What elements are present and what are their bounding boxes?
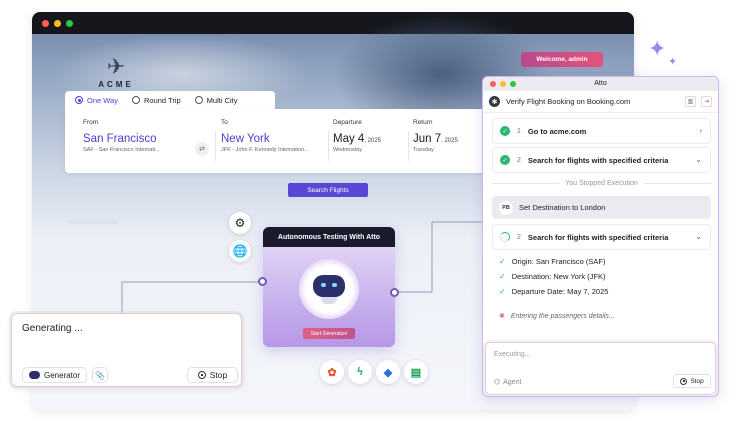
ai-testing-card: Autonomous Testing With Atto Start Gener… bbox=[263, 227, 395, 347]
chevron-down-icon: ⌄ bbox=[695, 155, 702, 164]
attach-icon[interactable]: 📎 bbox=[92, 367, 108, 383]
stop-label: Stop bbox=[209, 370, 228, 380]
step-item[interactable]: ✓ 2 Search for flights with specified cr… bbox=[492, 147, 711, 173]
lightning-icon[interactable]: ϟ bbox=[348, 360, 372, 384]
user-avatar: PB bbox=[499, 200, 513, 215]
check-icon: ✓ bbox=[499, 257, 506, 266]
gear-icon: ✱ bbox=[489, 96, 500, 107]
generator-panel: Generating ... Generator 📎 Stop bbox=[11, 313, 242, 387]
stopped-text: You Stopped Execution bbox=[565, 179, 638, 187]
agent-label: Agent bbox=[503, 378, 522, 386]
divider-line bbox=[492, 182, 560, 184]
ai-card-title: Autonomous Testing With Atto bbox=[263, 227, 395, 247]
stop-icon bbox=[197, 371, 206, 379]
divider-line bbox=[643, 182, 711, 184]
step-label: Search for flights with specified criter… bbox=[527, 155, 669, 165]
robot-body bbox=[321, 297, 337, 304]
generating-status: Generating ... bbox=[22, 323, 83, 334]
robot-avatar bbox=[299, 259, 359, 319]
substep-text: Origin: San Francisco (SAF) bbox=[511, 257, 606, 266]
stop-button[interactable]: Stop bbox=[187, 367, 238, 383]
step-number: 1 bbox=[517, 127, 521, 135]
input-placeholder: Executing... bbox=[494, 351, 531, 358]
atto-input[interactable]: Executing... ⌬ Agent Stop bbox=[485, 342, 716, 395]
connector-node bbox=[258, 277, 267, 286]
substep-item: ✓ Destination: New York (JFK) bbox=[499, 272, 606, 281]
globe-icon[interactable]: 🌐 bbox=[229, 240, 251, 262]
jira-icon[interactable]: ◆ bbox=[376, 360, 400, 384]
check-circle-icon: ✓ bbox=[500, 155, 510, 165]
generator-selector[interactable]: Generator bbox=[22, 367, 88, 383]
robot-eye bbox=[332, 283, 337, 287]
step-label: Go to acme.com bbox=[527, 126, 587, 136]
atto-title: Atto bbox=[594, 80, 607, 87]
robot-icon bbox=[313, 275, 345, 297]
stage: ✦ ✦ ✈ ACME Welcome, admin One Way Round … bbox=[0, 0, 737, 431]
start-generation-button[interactable]: Start Generation bbox=[303, 328, 355, 339]
in-progress-item: ✺ Entering the passengers details... bbox=[499, 312, 615, 321]
check-icon: ✓ bbox=[499, 287, 506, 296]
atto-titlebar: Atto bbox=[483, 77, 718, 91]
step-item-running[interactable]: 2 Search for flights with specified crit… bbox=[492, 224, 711, 250]
robot-eye bbox=[321, 283, 326, 287]
logout-icon[interactable]: ⇥ bbox=[701, 96, 712, 107]
step-item[interactable]: ✓ 1 Go to acme.com › bbox=[492, 118, 711, 144]
user-message-text: Set Destination to London bbox=[519, 203, 606, 212]
stop-button[interactable]: Stop bbox=[673, 374, 711, 388]
substep-item: ✓ Departure Date: May 7, 2025 bbox=[499, 287, 608, 296]
check-icon: ✓ bbox=[499, 272, 506, 281]
agent-selector[interactable]: ⌬ Agent bbox=[494, 378, 522, 387]
step-number: 2 bbox=[517, 233, 521, 241]
atto-panel: Atto ✱ Verify Flight Booking on Booking.… bbox=[482, 76, 719, 397]
atto-task-header: ✱ Verify Flight Booking on Booking.com ▥… bbox=[483, 91, 718, 113]
stop-icon bbox=[680, 377, 688, 385]
connector-node bbox=[390, 288, 399, 297]
check-circle-icon: ✓ bbox=[500, 126, 510, 136]
chevron-down-icon: ⌄ bbox=[695, 232, 702, 241]
step-label: Search for flights with specified criter… bbox=[527, 232, 669, 242]
clipboard-icon[interactable]: ▥ bbox=[685, 96, 696, 107]
atto-task-title: Verify Flight Booking on Booking.com bbox=[506, 97, 631, 106]
user-message: PB Set Destination to London bbox=[492, 196, 711, 219]
agent-icon: ⌬ bbox=[494, 379, 501, 386]
stop-label: Stop bbox=[690, 377, 704, 385]
loading-spinner-icon bbox=[500, 232, 510, 242]
substep-item: ✓ Origin: San Francisco (SAF) bbox=[499, 257, 605, 266]
figma-icon[interactable]: ✿ bbox=[320, 360, 344, 384]
generator-robot-icon bbox=[29, 371, 40, 379]
in-progress-text: Entering the passengers details... bbox=[510, 312, 615, 320]
stopped-divider: You Stopped Execution bbox=[492, 178, 711, 188]
sheets-icon[interactable]: ▤ bbox=[404, 360, 428, 384]
step-number: 2 bbox=[517, 156, 521, 164]
substep-text: Destination: New York (JFK) bbox=[511, 272, 606, 281]
generator-label: Generator bbox=[44, 370, 81, 380]
chevron-right-icon: › bbox=[699, 126, 702, 135]
settings-gear-icon[interactable]: ⚙ bbox=[229, 212, 251, 234]
substep-text: Departure Date: May 7, 2025 bbox=[511, 287, 609, 296]
progress-icon: ✺ bbox=[499, 313, 505, 320]
